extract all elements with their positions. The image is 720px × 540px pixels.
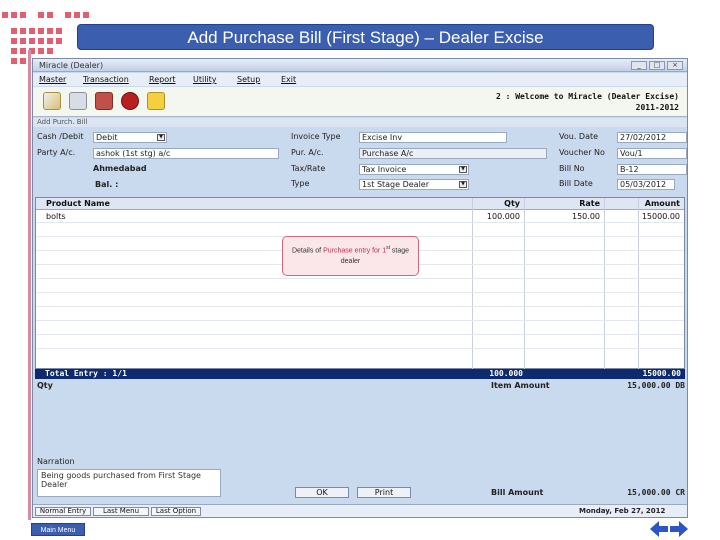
- item-amount-value: 15,000.00 DB: [627, 381, 685, 390]
- bill-amount-value: 15,000.00 CR: [627, 488, 685, 497]
- party-label: Party A/c.: [37, 148, 76, 157]
- tax-rate-select[interactable]: Tax Invoice ▼: [359, 164, 469, 175]
- bill-date-input[interactable]: 05/03/2012: [617, 179, 675, 190]
- callout-highlight: Purchase entry for 1: [323, 247, 387, 255]
- cart-icon[interactable]: [69, 92, 87, 110]
- previous-arrow-icon[interactable]: [650, 521, 668, 537]
- narration-label: Narration: [37, 457, 75, 466]
- next-arrow-icon[interactable]: [670, 521, 688, 537]
- cash-debit-label: Cash /Debit: [37, 132, 84, 141]
- grid-header: Product Name Qty Rate Amount: [36, 198, 684, 210]
- total-bar: Total Entry : 1/1 100.000 15000.00: [35, 369, 685, 379]
- toolbar: 2 : Welcome to Miracle (Dealer Excise) 2…: [33, 87, 687, 117]
- sales-icon[interactable]: [95, 92, 113, 110]
- grid-row-line: [36, 292, 684, 293]
- tax-rate-label: Tax/Rate: [291, 164, 326, 173]
- tax-rate-value: Tax Invoice: [362, 165, 407, 174]
- bag-icon[interactable]: [121, 92, 139, 110]
- document-icon[interactable]: [43, 92, 61, 110]
- status-tab-normal-entry[interactable]: Normal Entry: [35, 507, 91, 516]
- menu-utility[interactable]: Utility: [193, 73, 237, 86]
- callout-text-prefix: Details of: [291, 247, 324, 255]
- maximize-button[interactable]: □: [649, 61, 665, 70]
- info-callout: Details of Purchase entry for 1st stage …: [282, 236, 419, 276]
- col-rate: Rate: [579, 199, 600, 208]
- chevron-down-icon: ▼: [459, 181, 467, 188]
- window-title: Miracle (Dealer): [39, 61, 104, 70]
- cell-product[interactable]: bolts: [46, 211, 66, 222]
- chevron-down-icon: ▼: [459, 166, 467, 173]
- grid-row-line: [36, 278, 684, 279]
- grid-row-line: [36, 334, 684, 335]
- invoice-type-label: Invoice Type: [291, 132, 341, 141]
- grid-divider: [638, 198, 639, 370]
- main-menu-button[interactable]: Main Menu: [31, 523, 85, 536]
- pur-ac-label: Pur. A/c.: [291, 148, 324, 157]
- total-qty: 100.000: [489, 369, 523, 378]
- item-amount-label: Item Amount: [491, 381, 550, 390]
- vou-date-label: Vou. Date: [559, 132, 599, 141]
- narration-input[interactable]: Being goods purchased from First Stage D…: [37, 469, 221, 497]
- welcome-line-1: 2 : Welcome to Miracle (Dealer Excise): [495, 92, 679, 101]
- type-value: 1st Stage Dealer: [362, 180, 430, 189]
- app-window: Miracle (Dealer) _ □ × Master Transactio…: [32, 58, 688, 518]
- edit-icon[interactable]: [147, 92, 165, 110]
- bill-no-input[interactable]: B-12: [617, 164, 687, 175]
- voucher-no-label: Voucher No: [559, 148, 605, 157]
- bill-amount-label: Bill Amount: [491, 488, 544, 497]
- bill-no-label: Bill No: [559, 164, 585, 173]
- menu-master[interactable]: Master: [39, 73, 83, 86]
- grid-divider: [604, 198, 605, 370]
- type-label: Type: [291, 179, 310, 188]
- menu-bar: Master Transaction Report Utility Setup …: [33, 73, 687, 86]
- menu-setup[interactable]: Setup: [237, 73, 281, 86]
- col-qty: Qty: [504, 199, 520, 208]
- menu-report[interactable]: Report: [149, 73, 193, 86]
- grid-row-line: [36, 320, 684, 321]
- grid-divider: [524, 198, 525, 370]
- party-input[interactable]: ashok (1st stg) a/c: [93, 148, 279, 159]
- cash-debit-value: Debit: [96, 133, 118, 142]
- city-text: Ahmedabad: [93, 164, 147, 173]
- decorative-line: [28, 50, 31, 520]
- chevron-down-icon: ▼: [157, 134, 165, 141]
- vou-date-input[interactable]: 27/02/2012: [617, 132, 687, 143]
- cell-rate[interactable]: 150.00: [566, 211, 600, 222]
- balance-label: Bal. :: [95, 180, 119, 189]
- status-bar: Normal Entry Last Menu Last Option Monda…: [33, 504, 687, 517]
- total-entry: Total Entry : 1/1: [45, 369, 127, 378]
- total-amount: 15000.00: [642, 369, 681, 378]
- items-grid: Product Name Qty Rate Amount bolts 100.0…: [35, 197, 685, 370]
- type-select[interactable]: 1st Stage Dealer ▼: [359, 179, 469, 190]
- print-button[interactable]: Print: [357, 487, 411, 498]
- col-amount: Amount: [644, 199, 680, 208]
- welcome-text: 2 : Welcome to Miracle (Dealer Excise) 2…: [496, 91, 679, 113]
- pur-ac-input[interactable]: Purchase A/c: [359, 148, 547, 159]
- slide-title: Add Purchase Bill (First Stage) – Dealer…: [77, 24, 654, 50]
- col-product-name: Product Name: [46, 199, 110, 208]
- close-button[interactable]: ×: [667, 61, 683, 70]
- grid-row-line: [36, 222, 684, 223]
- welcome-line-2: 2011-2012: [635, 103, 679, 112]
- form-subtitle: Add Purch. Bill: [33, 118, 687, 127]
- status-tab-last-menu[interactable]: Last Menu: [93, 507, 149, 516]
- minimize-button[interactable]: _: [631, 61, 647, 70]
- cell-qty[interactable]: 100.000: [476, 211, 520, 222]
- menu-exit[interactable]: Exit: [281, 73, 325, 86]
- invoice-type-input[interactable]: Excise Inv: [359, 132, 507, 143]
- cell-amount[interactable]: 15000.00: [632, 211, 680, 222]
- ok-button[interactable]: OK: [295, 487, 349, 498]
- grid-divider: [472, 198, 473, 370]
- voucher-no-input[interactable]: Vou/1: [617, 148, 687, 159]
- grid-row-line: [36, 306, 684, 307]
- bill-date-label: Bill Date: [559, 179, 593, 188]
- qty-label: Qty: [37, 381, 53, 390]
- cash-debit-select[interactable]: Debit ▼: [93, 132, 167, 143]
- menu-transaction[interactable]: Transaction: [83, 73, 149, 86]
- status-date: Monday, Feb 27, 2012: [579, 507, 666, 515]
- window-titlebar: Miracle (Dealer) _ □ ×: [33, 59, 687, 72]
- grid-row-line: [36, 348, 684, 349]
- status-tab-last-option[interactable]: Last Option: [151, 507, 201, 516]
